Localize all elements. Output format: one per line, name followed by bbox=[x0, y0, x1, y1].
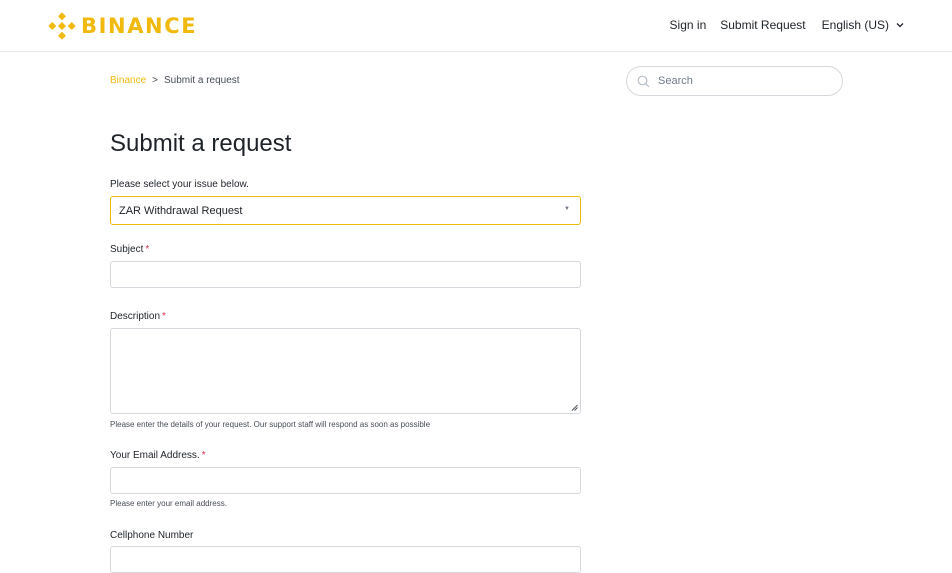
submit-request-link[interactable]: Submit Request bbox=[720, 18, 805, 32]
description-label: Description * bbox=[110, 311, 166, 322]
issue-label: Please select your issue below. bbox=[110, 179, 249, 190]
subject-label-text: Subject bbox=[110, 244, 144, 255]
subject-label: Subject * bbox=[110, 244, 149, 255]
page-title: Submit a request bbox=[110, 130, 292, 157]
cellphone-label: Cellphone Number bbox=[110, 530, 194, 541]
issue-selected-value: ZAR Withdrawal Request bbox=[119, 204, 243, 217]
sign-in-link[interactable]: Sign in bbox=[670, 18, 707, 32]
description-hint: Please enter the details of your request… bbox=[110, 420, 431, 429]
search-box[interactable] bbox=[626, 66, 843, 96]
description-textarea[interactable] bbox=[110, 328, 581, 414]
required-marker: * bbox=[162, 311, 166, 322]
cellphone-input[interactable] bbox=[110, 546, 581, 573]
language-selector[interactable]: English (US) bbox=[822, 18, 904, 32]
required-marker: * bbox=[201, 450, 206, 461]
breadcrumb: Binance > Submit a request bbox=[110, 75, 240, 86]
breadcrumb-separator: > bbox=[152, 75, 158, 86]
breadcrumb-current: Submit a request bbox=[163, 75, 240, 86]
resize-handle-icon[interactable] bbox=[571, 404, 578, 411]
brand-name: BINANCE bbox=[81, 14, 198, 38]
language-label: English (US) bbox=[821, 18, 889, 32]
email-hint: Please enter your email address. bbox=[110, 499, 227, 508]
email-label-text: Your Email Address. bbox=[110, 450, 200, 461]
subject-input[interactable] bbox=[110, 261, 581, 288]
chevron-down-icon bbox=[896, 23, 904, 28]
email-label: Your Email Address. * bbox=[110, 450, 206, 461]
top-nav: Sign in Submit Request English (US) bbox=[670, 0, 904, 50]
required-marker: * bbox=[145, 244, 150, 255]
search-icon bbox=[637, 75, 650, 87]
top-header: BINANCE Sign in Submit Request English (… bbox=[0, 0, 952, 52]
binance-diamond-logo-icon bbox=[48, 12, 76, 40]
issue-select[interactable]: ZAR Withdrawal Request ▼ bbox=[110, 196, 581, 225]
description-label-text: Description bbox=[110, 311, 161, 322]
email-input[interactable] bbox=[110, 467, 581, 494]
dropdown-arrow-icon: ▼ bbox=[564, 206, 570, 212]
binance-logo[interactable]: BINANCE bbox=[48, 12, 197, 40]
search-input[interactable] bbox=[656, 74, 826, 88]
breadcrumb-home-link[interactable]: Binance bbox=[110, 75, 146, 86]
